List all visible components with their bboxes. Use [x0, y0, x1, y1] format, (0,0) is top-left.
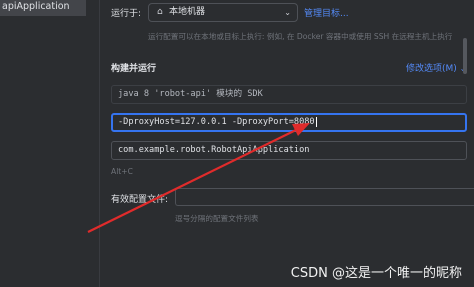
vm-options-value: -DproxyHost=127.0.0.1 -DproxyPort=8080 [118, 117, 315, 127]
configuration-tree: apiApplication [0, 0, 100, 287]
vm-options-input[interactable]: -DproxyHost=127.0.0.1 -DproxyPort=8080 [111, 113, 467, 132]
modify-options-link[interactable]: 修改选项(M) ⌄ [406, 61, 466, 74]
manage-targets-link[interactable]: 管理目标... [304, 6, 349, 19]
run-on-hint: 运行配置可以在本地或目标上执行: 例如, 在 Docker 容器中或使用 SSH… [148, 32, 453, 41]
watermark: CSDN @这是一个唯一的昵称 [290, 266, 462, 281]
sdk-select[interactable]: java 8 'robot-api' 模块的 SDK [111, 85, 467, 104]
chevron-down-icon: ⌄ [284, 8, 291, 17]
scrollbar-thumb[interactable] [463, 38, 467, 74]
active-profiles-label: 有效配置文件: [111, 195, 169, 205]
tree-item-selected[interactable]: apiApplication [0, 0, 86, 16]
run-configuration-dialog: apiApplication 运行于: ⌂ 本地机器 ⌄ 管理目标... 运行配置… [0, 0, 474, 287]
run-on-label: 运行于: [111, 9, 142, 19]
build-section-title: 构建并运行 [111, 64, 157, 74]
shortcut-hint: Alt+C [111, 167, 133, 176]
main-class-input[interactable]: com.example.robot.RobotApiApplication [111, 141, 467, 160]
active-profiles-hint: 逗号分隔的配置文件列表 [175, 214, 259, 223]
modify-options-label: 修改选项(M) [406, 64, 457, 74]
active-profiles-input[interactable] [175, 188, 474, 206]
run-on-value: 本地机器 [169, 7, 206, 17]
home-icon: ⌂ [157, 7, 163, 17]
run-on-select[interactable]: ⌂ 本地机器 ⌄ [148, 3, 298, 22]
text-caret [315, 116, 317, 127]
